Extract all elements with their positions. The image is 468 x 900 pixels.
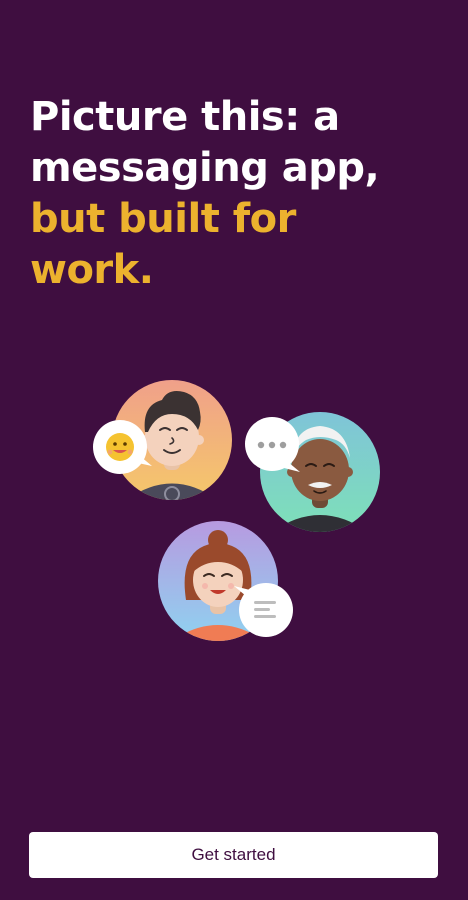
people-illustration xyxy=(0,370,468,660)
onboarding-screen: Picture this: a messaging app, but built… xyxy=(0,0,468,900)
headline-accent-line-2: work. xyxy=(30,247,154,293)
headline-line-1: Picture this: a xyxy=(30,94,340,140)
headline: Picture this: a messaging app, but built… xyxy=(30,92,380,296)
get-started-button[interactable]: Get started xyxy=(29,832,438,878)
headline-line-2: messaging app, xyxy=(30,145,380,191)
headline-accent-line-1: but built for xyxy=(30,196,296,242)
